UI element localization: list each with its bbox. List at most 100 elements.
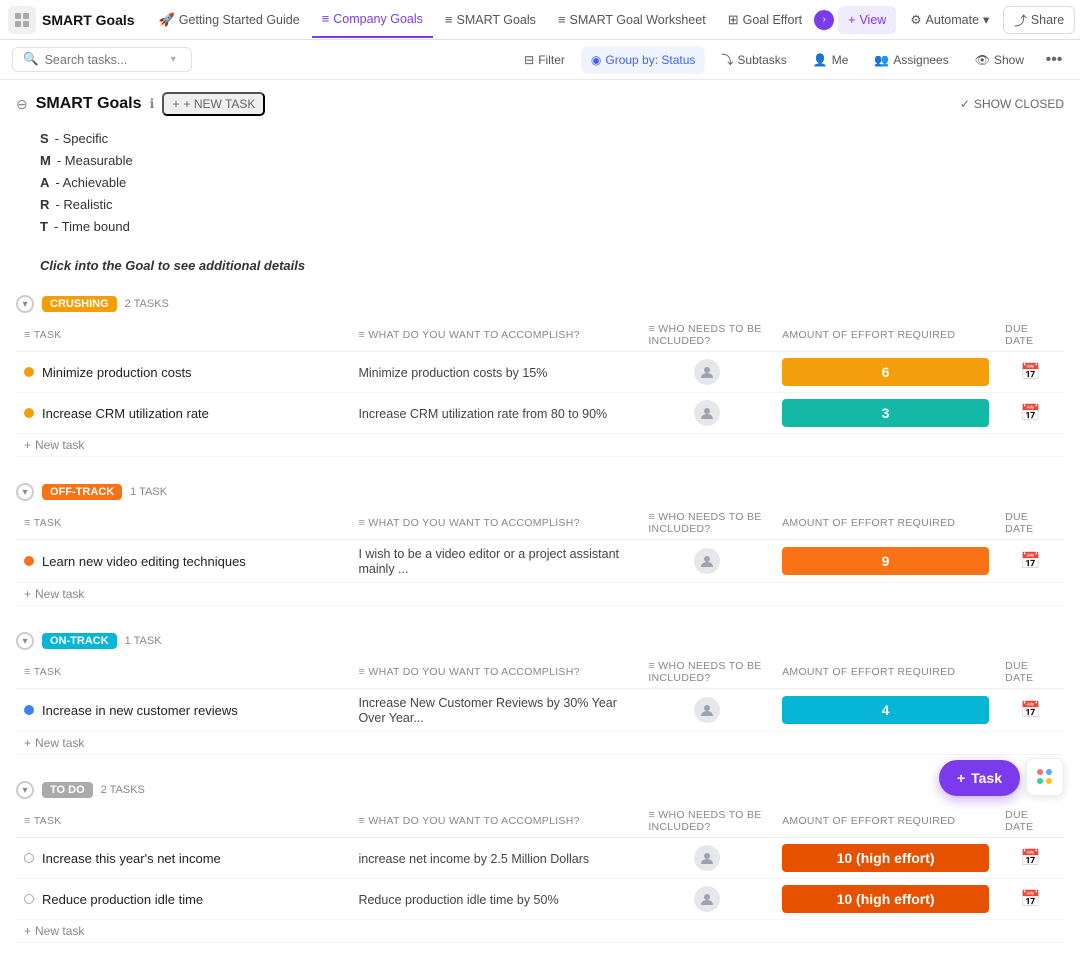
group-badge-on-track: ON-TRACK: [42, 633, 117, 649]
table-row[interactable]: Increase in new customer reviews Increas…: [16, 689, 1064, 732]
task-date-cell: 📅: [997, 838, 1064, 879]
smart-a: A - Achievable: [40, 172, 1064, 194]
effort-bar: 10 (high effort): [782, 885, 989, 913]
group-toggle-to-do[interactable]: ▾: [16, 781, 34, 799]
group-toggle-crushing[interactable]: ▾: [16, 295, 34, 313]
task-name-cell: Learn new video editing techniques: [16, 540, 350, 583]
task-what-cell: I wish to be a video editor or a project…: [350, 540, 640, 583]
new-task-link[interactable]: + New task: [24, 587, 1056, 601]
click-hint: Click into the Goal to see additional de…: [40, 258, 1064, 273]
task-dot: [24, 853, 34, 863]
filter-icon: ⊟: [524, 53, 534, 67]
automate-btn[interactable]: ⚙ Automate ▾: [900, 6, 999, 34]
more-tabs-btn[interactable]: ›: [814, 10, 834, 30]
calendar-icon[interactable]: 📅: [1005, 362, 1056, 382]
task-who-cell: [640, 352, 774, 393]
task-name-cell: Increase CRM utilization rate: [16, 393, 350, 434]
top-nav: SMART Goals 🚀 Getting Started Guide ≡ Co…: [0, 0, 1080, 40]
new-task-row[interactable]: + New task: [16, 732, 1064, 755]
task-effort-cell: 3: [774, 393, 997, 434]
search-input[interactable]: [45, 53, 165, 67]
tab-getting-started[interactable]: 🚀 Getting Started Guide: [149, 2, 310, 38]
group-crushing: ▾ CRUSHING 2 TASKS ≡ TASK ≡ WHAT DO YOU …: [16, 289, 1064, 457]
tab-goal-effort[interactable]: ⊞ Goal Effort: [718, 2, 812, 38]
smart-s: S - Specific: [40, 128, 1064, 150]
show-btn[interactable]: 👁 Show: [965, 46, 1034, 74]
calendar-icon[interactable]: 📅: [1005, 700, 1056, 720]
show-closed-btn[interactable]: ✓ SHOW CLOSED: [960, 97, 1064, 111]
task-who-cell: [640, 540, 774, 583]
tab-company-goals[interactable]: ≡ Company Goals: [312, 2, 433, 38]
new-task-btn[interactable]: + + NEW TASK: [162, 92, 265, 116]
tab-smart-goals[interactable]: ≡ SMART Goals: [435, 2, 546, 38]
task-what: Increase CRM utilization rate from 80 to…: [358, 407, 607, 421]
group-by-btn[interactable]: ◉ Group by: Status: [581, 46, 706, 74]
assignees-icon: 👥: [874, 53, 889, 67]
new-task-row[interactable]: + New task: [16, 920, 1064, 943]
add-task-fab[interactable]: + Task: [939, 760, 1020, 796]
calendar-icon[interactable]: 📅: [1005, 848, 1056, 868]
more-options-btn[interactable]: •••: [1040, 46, 1068, 74]
plus-icon: +: [24, 736, 31, 750]
content: ⊖ SMART Goals ℹ + + NEW TASK ✓ SHOW CLOS…: [0, 80, 1080, 975]
info-icon[interactable]: ℹ: [150, 96, 155, 112]
col-what: ≡ WHAT DO YOU WANT TO ACCOMPLISH?: [350, 319, 640, 352]
nav-actions: + View ⚙ Automate ▾ ⤴ Share: [838, 6, 1075, 34]
task-name-cell: Reduce production idle time: [16, 879, 350, 920]
new-task-link[interactable]: + New task: [24, 736, 1056, 750]
search-box[interactable]: 🔍 ▾: [12, 47, 192, 72]
new-task-row[interactable]: + New task: [16, 434, 1064, 457]
plus-icon: +: [24, 587, 31, 601]
effort-bar: 10 (high effort): [782, 844, 989, 872]
group-toggle-off-track[interactable]: ▾: [16, 483, 34, 501]
color-grid: [1037, 769, 1053, 785]
group-count-to-do: 2 TASKS: [101, 784, 145, 796]
getting-started-icon: 🚀: [159, 12, 175, 28]
color-dot-blue: [1046, 769, 1052, 775]
task-what: Reduce production idle time by 50%: [358, 893, 558, 907]
collapse-icon[interactable]: ⊖: [16, 96, 28, 113]
task-what: Minimize production costs by 15%: [358, 366, 547, 380]
task-name-cell: Minimize production costs: [16, 352, 350, 393]
page-header: ⊖ SMART Goals ℹ + + NEW TASK ✓ SHOW CLOS…: [16, 92, 1064, 116]
table-off-track: ≡ TASK ≡ WHAT DO YOU WANT TO ACCOMPLISH?…: [16, 507, 1064, 606]
table-row[interactable]: Reduce production idle time Reduce produ…: [16, 879, 1064, 920]
task-what: increase net income by 2.5 Million Dolla…: [358, 852, 589, 866]
group-toggle-on-track[interactable]: ▾: [16, 632, 34, 650]
table-row[interactable]: Increase this year's net income increase…: [16, 838, 1064, 879]
avatar: [694, 886, 720, 912]
task-effort-cell: 9: [774, 540, 997, 583]
subtasks-btn[interactable]: ⤵ Subtasks: [711, 46, 796, 74]
new-task-link[interactable]: + New task: [24, 438, 1056, 452]
task-effort-cell: 4: [774, 689, 997, 732]
task-what-cell: Reduce production idle time by 50%: [350, 879, 640, 920]
task-name: Increase in new customer reviews: [42, 703, 238, 718]
color-picker-btn[interactable]: [1026, 758, 1064, 796]
table-row[interactable]: Increase CRM utilization rate Increase C…: [16, 393, 1064, 434]
smart-worksheet-icon: ≡: [558, 12, 566, 27]
task-dot: [24, 894, 34, 904]
new-task-link[interactable]: + New task: [24, 924, 1056, 938]
subtasks-icon: ⤵: [721, 51, 733, 68]
me-btn[interactable]: 👤 Me: [803, 46, 859, 74]
new-task-row[interactable]: + New task: [16, 583, 1064, 606]
group-badge-off-track: OFF-TRACK: [42, 484, 122, 500]
tab-smart-worksheet[interactable]: ≡ SMART Goal Worksheet: [548, 2, 716, 38]
task-name: Reduce production idle time: [42, 892, 203, 907]
check-icon: ✓: [960, 97, 970, 111]
col-who: ≡ WHO NEEDS TO BE INCLUDED?: [640, 319, 774, 352]
view-btn[interactable]: + View: [838, 6, 896, 34]
task-what-cell: increase net income by 2.5 Million Dolla…: [350, 838, 640, 879]
effort-bar: 3: [782, 399, 989, 427]
calendar-icon[interactable]: 📅: [1005, 403, 1056, 423]
table-row[interactable]: Minimize production costs Minimize produ…: [16, 352, 1064, 393]
calendar-icon[interactable]: 📅: [1005, 889, 1056, 909]
filter-btn[interactable]: ⊟ Filter: [514, 46, 575, 74]
share-icon: ⤴: [1014, 10, 1027, 29]
smart-m: M - Measurable: [40, 150, 1064, 172]
calendar-icon[interactable]: 📅: [1005, 551, 1056, 571]
share-btn[interactable]: ⤴ Share: [1003, 6, 1075, 34]
table-row[interactable]: Learn new video editing techniques I wis…: [16, 540, 1064, 583]
search-chevron: ▾: [171, 54, 176, 65]
assignees-btn[interactable]: 👥 Assignees: [864, 46, 958, 74]
